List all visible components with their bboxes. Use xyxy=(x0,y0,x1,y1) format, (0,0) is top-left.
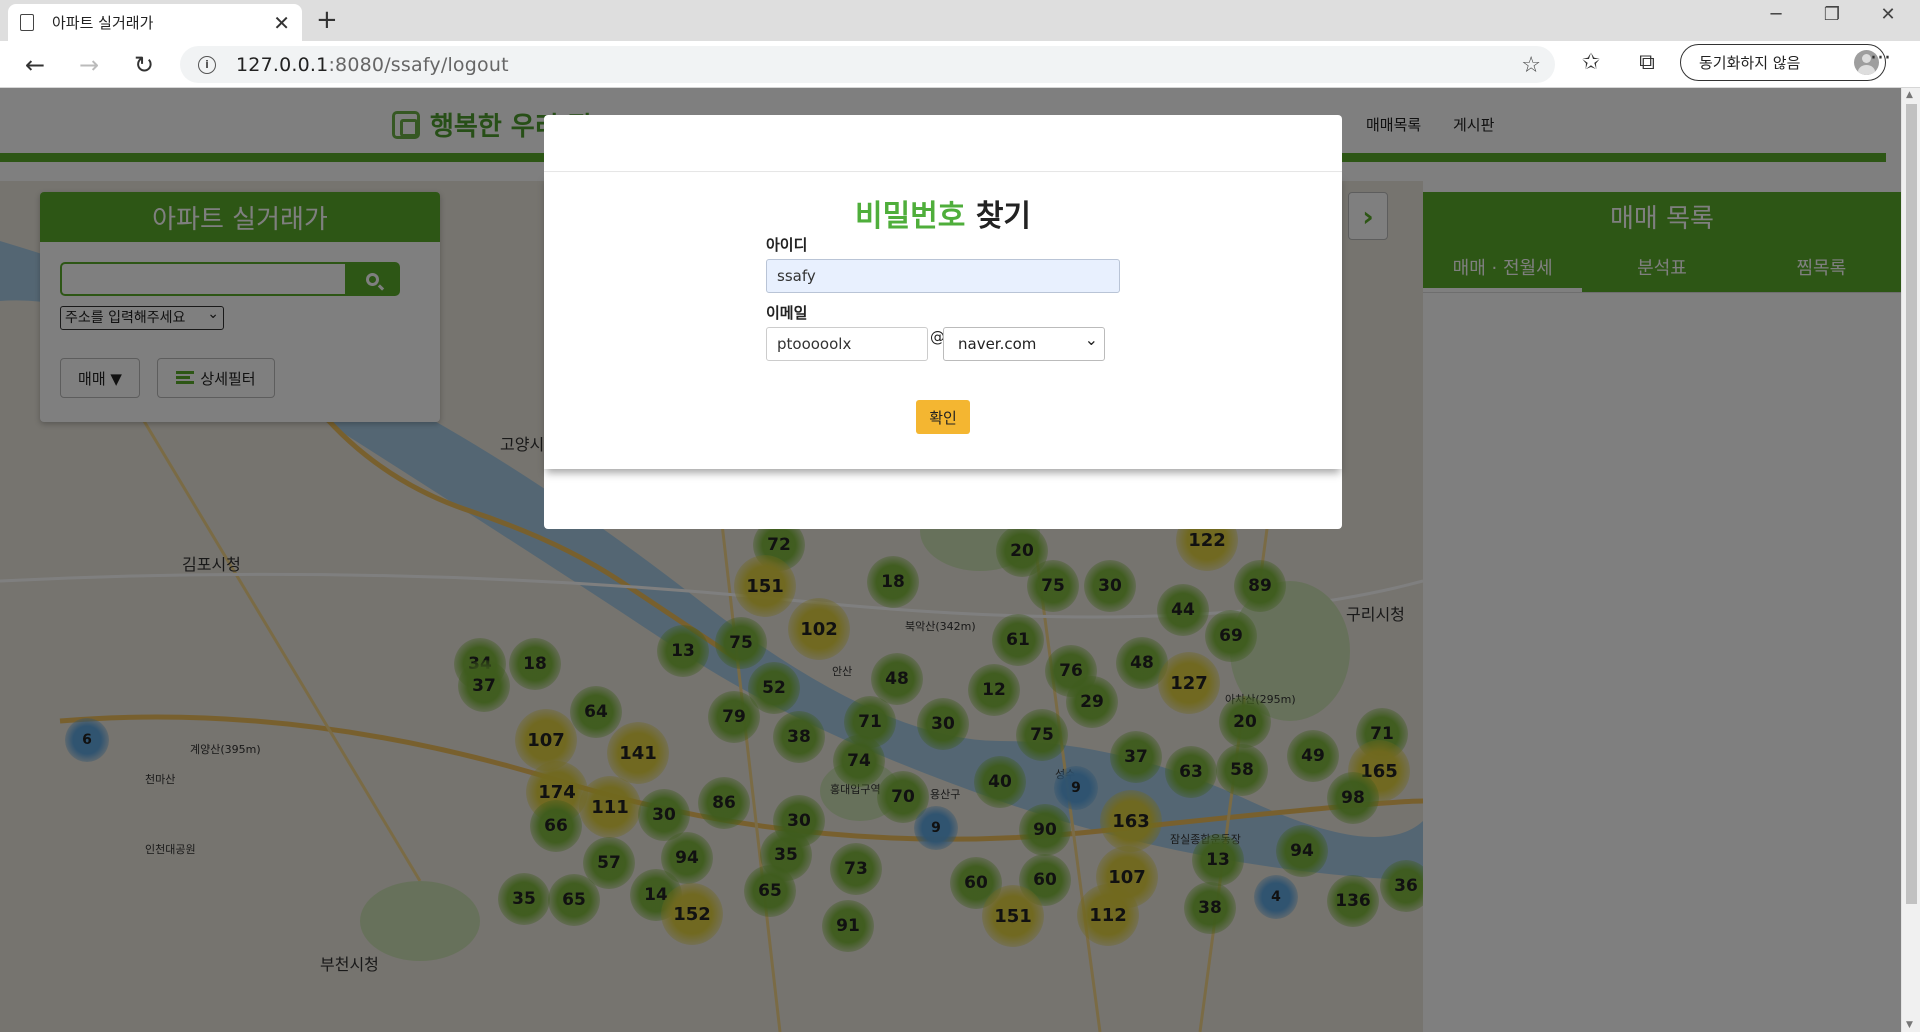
browser-tab-bar: 아파트 실거래가 ✕ + ─ ❐ ✕ xyxy=(0,0,1920,41)
id-label: 아이디 xyxy=(766,236,808,254)
scroll-down-icon[interactable]: ▼ xyxy=(1906,1020,1913,1030)
back-icon[interactable]: ← xyxy=(18,48,52,82)
sync-label: 동기화하지 않음 xyxy=(1699,54,1801,72)
scroll-up-icon[interactable]: ▲ xyxy=(1906,90,1913,100)
scrollbar-thumb[interactable] xyxy=(1906,104,1917,904)
address-bar[interactable]: i 127.0.0.1:8080/ssafy/logout ☆ xyxy=(180,46,1555,83)
favorite-star-icon[interactable]: ☆ xyxy=(1521,53,1541,78)
browser-toolbar: ← → ↻ i 127.0.0.1:8080/ssafy/logout ☆ ✩ … xyxy=(0,41,1920,88)
modal-body: 비밀번호 찾기 아이디 ssafy 이메일 ptooooolx @ naver.… xyxy=(544,173,1342,469)
page-scrollbar[interactable]: ▲ ▼ xyxy=(1901,88,1920,1032)
tab-title: 아파트 실거래가 xyxy=(52,14,154,32)
close-window-icon[interactable]: ✕ xyxy=(1860,0,1916,28)
browser-tab[interactable]: 아파트 실거래가 ✕ xyxy=(8,4,302,41)
email-domain-select[interactable]: naver.com xyxy=(943,327,1105,361)
minimize-icon[interactable]: ─ xyxy=(1748,0,1804,28)
url-text: 127.0.0.1:8080/ssafy/logout xyxy=(236,53,509,76)
site-info-icon[interactable]: i xyxy=(198,55,216,74)
modal-header xyxy=(544,115,1342,172)
modal-title: 비밀번호 찾기 xyxy=(854,199,1032,234)
confirm-button[interactable]: 확인 xyxy=(916,400,970,434)
id-field[interactable]: ssafy xyxy=(766,259,1120,293)
favorites-icon[interactable]: ✩ xyxy=(1576,50,1606,75)
forward-icon[interactable]: → xyxy=(72,48,106,82)
restore-icon[interactable]: ❐ xyxy=(1804,0,1860,28)
find-password-modal: 비밀번호 찾기 아이디 ssafy 이메일 ptooooolx @ naver.… xyxy=(544,115,1342,529)
profile-sync-button[interactable]: 동기화하지 않음 xyxy=(1680,44,1886,81)
reload-icon[interactable]: ↻ xyxy=(127,48,161,82)
more-menu-icon[interactable]: ··· xyxy=(1870,46,1891,71)
close-tab-icon[interactable]: ✕ xyxy=(273,13,290,33)
email-local-field[interactable]: ptooooolx xyxy=(766,327,928,361)
page: 행복한 우리 집 매매목록 게시판 고양시 김포시청 부천시청 구리시청 계양산… xyxy=(0,88,1901,1032)
page-icon xyxy=(20,14,34,31)
new-tab-icon[interactable]: + xyxy=(316,5,338,35)
email-label: 이메일 xyxy=(766,304,808,322)
collections-icon[interactable]: ⧉ xyxy=(1632,50,1662,75)
